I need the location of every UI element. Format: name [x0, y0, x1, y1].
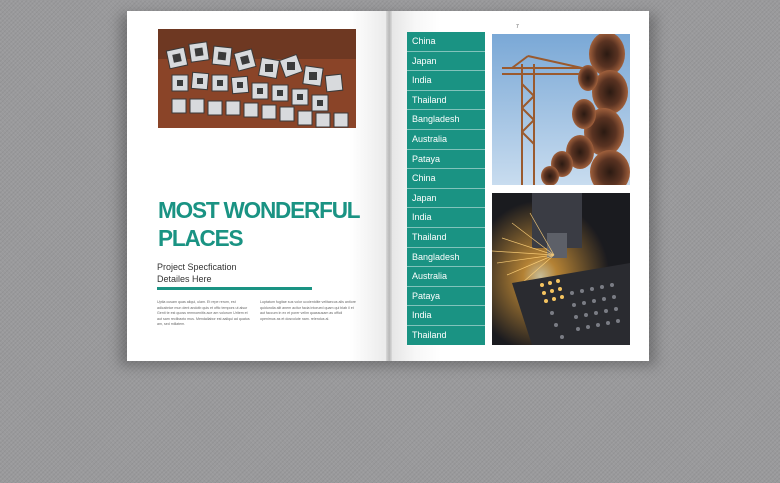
headline-line-1: MOST WONDERFUL: [158, 197, 361, 223]
left-page: MOST WONDERFUL PLACES Project Specficati…: [127, 11, 389, 361]
accent-rule: [157, 287, 312, 290]
country-item: Bangladesh: [407, 110, 485, 130]
book-spine: [386, 11, 392, 361]
crane-pipes-photo: [492, 34, 630, 185]
laser-cutting-photo: [492, 193, 630, 345]
headline: MOST WONDERFUL PLACES: [158, 196, 361, 252]
country-item: Thailand: [407, 228, 485, 248]
body-column-2: Luptatum fugitae sus volor ucoientdite v…: [260, 300, 356, 321]
country-item: Japan: [407, 52, 485, 72]
country-item: India: [407, 71, 485, 91]
country-item: Thailand: [407, 326, 485, 346]
country-item: India: [407, 208, 485, 228]
country-item: India: [407, 306, 485, 326]
country-item: Bangladesh: [407, 248, 485, 268]
country-item: Pataya: [407, 150, 485, 170]
country-item: China: [407, 32, 485, 52]
country-item: Australia: [407, 130, 485, 150]
subtitle-line-1: Project Specfication: [157, 262, 237, 272]
subtitle: Project Specfication Detailes Here: [157, 261, 237, 285]
right-page: 7 China Japan India Thailand Bangladesh Austr…: [389, 11, 649, 361]
country-item: Thailand: [407, 91, 485, 111]
steel-tubes-photo: [158, 29, 356, 128]
country-item: Australia: [407, 267, 485, 287]
country-list: China Japan India Thailand Bangladesh Austral…: [407, 32, 485, 346]
subtitle-line-2: Detailes Here: [157, 274, 212, 284]
country-item: China: [407, 169, 485, 189]
country-item: Japan: [407, 189, 485, 209]
headline-line-2: PLACES: [158, 225, 244, 251]
body-column-1: Uptia cusam quas aliqui, ulam. Et repe r…: [157, 300, 250, 327]
country-item: Pataya: [407, 287, 485, 307]
page-number: 7: [516, 24, 519, 30]
